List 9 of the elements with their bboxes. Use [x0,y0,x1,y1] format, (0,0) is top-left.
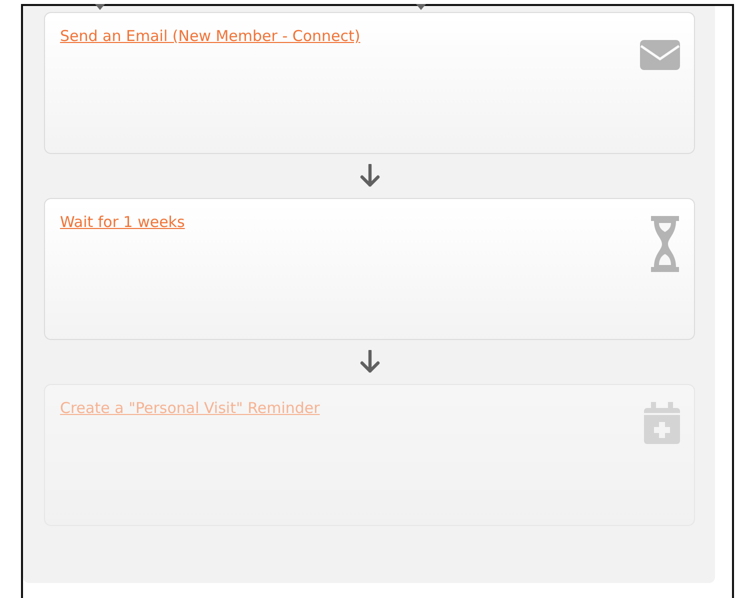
arrow-tip-icon [416,4,426,10]
down-arrow-icon [360,164,380,188]
arrow-tip-icon [95,4,105,10]
hourglass-icon [650,216,680,272]
step-link[interactable]: Wait for 1 weeks [60,212,185,232]
step-link[interactable]: Send an Email (New Member - Connect) [60,26,360,46]
down-arrow-icon [360,350,380,374]
envelope-icon [640,40,680,70]
calendar-plus-icon [644,402,680,444]
